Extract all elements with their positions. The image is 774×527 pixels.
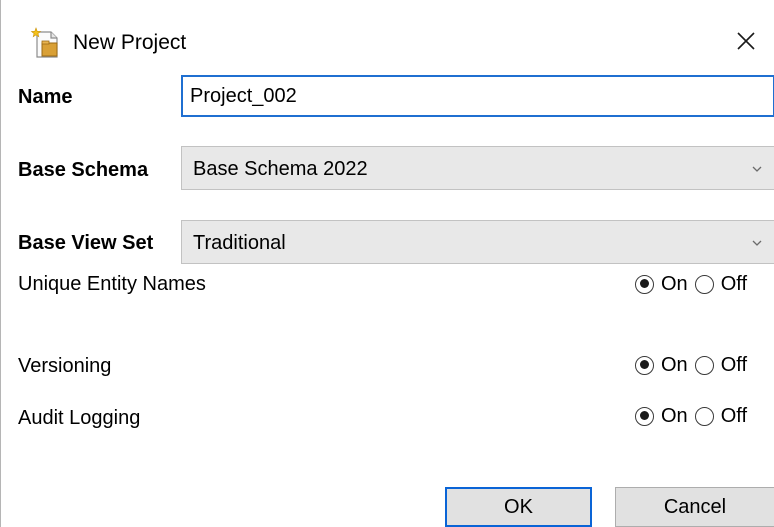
base-schema-label: Base Schema [18,159,149,181]
close-icon[interactable] [729,24,763,58]
radio-on-label[interactable]: On [661,271,688,297]
unique-entity-names-label: Unique Entity Names [18,273,206,295]
base-schema-value: Base Schema 2022 [193,158,368,180]
unique-entity-names-off-radio[interactable] [694,274,714,294]
name-input[interactable] [181,75,774,117]
radio-off-label[interactable]: Off [721,403,747,429]
audit-logging-off-radio[interactable] [694,406,714,426]
base-view-set-label: Base View Set [18,232,154,254]
radio-on-label[interactable]: On [661,403,688,429]
versioning-on-radio[interactable] [635,355,654,375]
unique-entity-names-radio-group: On Off [635,271,754,297]
name-label: Name [18,86,73,108]
new-project-dialog: New Project Name Base Schema Base Schema… [0,0,774,527]
audit-logging-on-radio[interactable] [635,406,654,426]
audit-logging-radio-group: On Off [635,403,754,429]
audit-logging-label: Audit Logging [18,407,141,429]
radio-off-label[interactable]: Off [721,352,747,378]
base-view-set-select[interactable]: Traditional [181,220,774,264]
ok-button[interactable]: OK [445,487,592,527]
radio-on-label[interactable]: On [661,352,688,378]
versioning-off-radio[interactable] [694,355,714,375]
unique-entity-names-on-radio[interactable] [635,274,654,294]
chevron-down-icon [750,236,764,250]
new-project-icon [29,26,63,60]
versioning-label: Versioning [18,355,112,377]
base-view-set-value: Traditional [193,232,286,254]
title-bar: New Project [1,0,774,80]
radio-off-label[interactable]: Off [721,271,747,297]
dialog-title: New Project [73,31,187,54]
versioning-radio-group: On Off [635,352,754,378]
chevron-down-icon [750,162,764,176]
cancel-button[interactable]: Cancel [615,487,774,527]
base-schema-select[interactable]: Base Schema 2022 [181,146,774,190]
